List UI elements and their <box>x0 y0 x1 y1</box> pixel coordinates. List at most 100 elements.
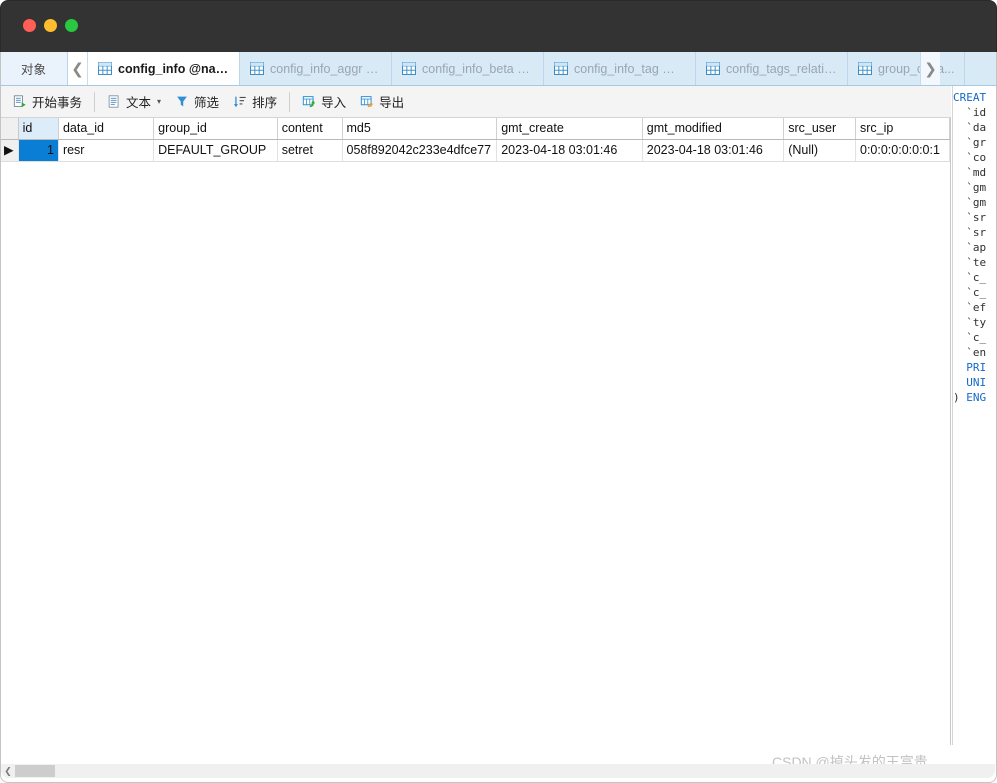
cell-src_ip[interactable]: 0:0:0:0:0:0:0:1 <box>855 139 950 162</box>
sql-line-11: `te <box>953 256 987 269</box>
filter-icon <box>177 96 187 107</box>
table-icon <box>98 62 112 75</box>
scrollbar-thumb[interactable] <box>15 765 55 777</box>
column-header-gmt_create[interactable]: gmt_create <box>496 118 643 140</box>
app-window: 对象 ❮ config_info @nacos... config_info_ag… <box>0 0 997 783</box>
tabs-scroll-left-icon[interactable]: ❮ <box>68 52 88 85</box>
objects-label: 对象 <box>20 63 46 77</box>
cell-gmt_create[interactable]: 2023-04-18 03:01:46 <box>496 139 643 162</box>
tab-0[interactable]: config_info @nacos... <box>88 52 240 85</box>
sql-line-6: `gm <box>953 181 987 194</box>
window-titlebar <box>0 0 997 52</box>
column-header-group_id[interactable]: group_id <box>153 118 278 140</box>
sql-line-15: `ty <box>953 316 987 329</box>
window-traffic-lights <box>23 19 78 32</box>
sort-label: 排序 <box>252 96 278 110</box>
chevron-right-icon: ❯ <box>924 60 937 78</box>
column-header-content[interactable]: content <box>277 118 343 140</box>
text-document-icon <box>108 95 119 108</box>
objects-button[interactable]: 对象 <box>0 52 68 85</box>
sql-line-19: UNI <box>953 376 987 389</box>
grid-toolbar: 开始事务 文本 ▾ 筛选 排序 导入 导出 <box>0 86 951 118</box>
import-icon <box>302 96 316 108</box>
tab-4[interactable]: config_tags_relatio... <box>696 52 848 85</box>
text-button[interactable]: 文本 ▾ <box>100 89 168 114</box>
tabs-scroll-right-icon[interactable]: ❯ <box>920 52 940 85</box>
cell-gmt_modified[interactable]: 2023-04-18 03:01:46 <box>642 139 785 162</box>
tab-3[interactable]: config_info_tag @n... <box>544 52 696 85</box>
sort-button[interactable]: 排序 <box>226 89 284 114</box>
sql-line-16: `c_ <box>953 331 987 344</box>
column-header-md5[interactable]: md5 <box>342 118 498 140</box>
cell-content[interactable]: setret <box>277 139 343 162</box>
column-header-src_user[interactable]: src_user <box>783 118 856 140</box>
sql-ddl-panel[interactable]: CREAT `id `da `gr `co `md `gm `gm `sr `s… <box>952 86 997 745</box>
tab-strip-spacer <box>965 52 997 85</box>
sql-line-17: `en <box>953 346 987 359</box>
sql-line-10: `ap <box>953 241 987 254</box>
sort-icon <box>234 96 246 108</box>
tab-5[interactable]: group_capa... <box>848 52 966 85</box>
import-label: 导入 <box>321 96 347 110</box>
table-body: ▶ 1 resr DEFAULT_GROUP setret 058f892042c233e… <box>0 139 950 162</box>
sql-line-13: `c_ <box>953 286 987 299</box>
close-window-icon[interactable] <box>23 19 36 32</box>
sql-line-4: `co <box>953 151 987 164</box>
begin-transaction-label: 开始事务 <box>32 96 83 110</box>
begin-transaction-button[interactable]: 开始事务 <box>6 89 89 114</box>
cell-group_id[interactable]: DEFAULT_GROUP <box>153 139 278 162</box>
tab-label: config_info_tag @n... <box>574 61 685 76</box>
column-header-src_ip[interactable]: src_ip <box>855 118 950 140</box>
column-header-gmt_modified[interactable]: gmt_modified <box>642 118 785 140</box>
cell-md5[interactable]: 058f892042c233e4dfce77 <box>342 139 498 162</box>
export-label: 导出 <box>379 96 405 110</box>
minimize-window-icon[interactable] <box>44 19 57 32</box>
sql-line-3: `gr <box>953 136 987 149</box>
column-header-data_id[interactable]: data_id <box>58 118 155 140</box>
sql-line-12: `c_ <box>953 271 987 284</box>
filter-label: 筛选 <box>194 96 220 110</box>
tab-label: config_info_beta @... <box>422 61 533 76</box>
filter-button[interactable]: 筛选 <box>168 89 226 114</box>
sql-line-9: `sr <box>953 226 987 239</box>
cell-src_user[interactable]: (Null) <box>783 139 856 162</box>
table-header-row: id data_id group_id content md5 gmt_create gmt… <box>0 118 950 140</box>
tabs-container: config_info @nacos... config_info_aggr @.… <box>88 52 997 85</box>
maximize-window-icon[interactable] <box>65 19 78 32</box>
tab-2[interactable]: config_info_beta @... <box>392 52 544 85</box>
tab-label: config_info @nacos... <box>118 61 229 76</box>
import-button[interactable]: 导入 <box>295 89 353 114</box>
tab-strip: 对象 ❮ config_info @nacos... config_info_ag… <box>0 52 997 86</box>
tab-label: group_capa... <box>878 61 955 76</box>
table-icon <box>402 62 416 75</box>
table-icon <box>250 62 264 75</box>
sql-line-20: ) ENG <box>953 391 987 404</box>
data-grid[interactable]: id data_id group_id content md5 gmt_create gmt… <box>0 118 951 745</box>
sql-line-7: `gm <box>953 196 987 209</box>
transaction-icon <box>13 95 26 108</box>
toolbar-divider-2 <box>289 91 291 112</box>
sql-line-8: `sr <box>953 211 987 224</box>
toolbar-divider-1 <box>94 91 96 112</box>
sql-line-18: PRI <box>953 361 987 374</box>
horizontal-scrollbar[interactable]: ❮ <box>1 764 995 778</box>
tab-label: config_tags_relatio... <box>726 61 837 76</box>
data-table: id data_id group_id content md5 gmt_create gmt… <box>0 118 950 162</box>
table-row[interactable]: ▶ 1 resr DEFAULT_GROUP setret 058f892042c233e… <box>0 139 950 162</box>
export-icon <box>360 96 374 108</box>
cell-data_id[interactable]: resr <box>58 139 155 162</box>
chevron-down-icon[interactable]: ▾ <box>157 97 161 106</box>
cell-id[interactable]: 1 <box>18 139 59 162</box>
sql-line-5: `md <box>953 166 987 179</box>
column-header-id[interactable]: id <box>18 118 59 140</box>
tab-label: config_info_aggr @... <box>270 61 381 76</box>
export-button[interactable]: 导出 <box>353 89 411 114</box>
chevron-left-icon: ❮ <box>71 60 84 78</box>
row-marker-icon: ▶ <box>0 139 19 162</box>
table-icon <box>554 62 568 75</box>
sql-line-1: `id <box>953 106 987 119</box>
sql-line-2: `da <box>953 121 987 134</box>
table-icon <box>858 62 872 75</box>
tab-1[interactable]: config_info_aggr @... <box>240 52 392 85</box>
scrollbar-left-arrow-icon[interactable]: ❮ <box>1 766 15 777</box>
